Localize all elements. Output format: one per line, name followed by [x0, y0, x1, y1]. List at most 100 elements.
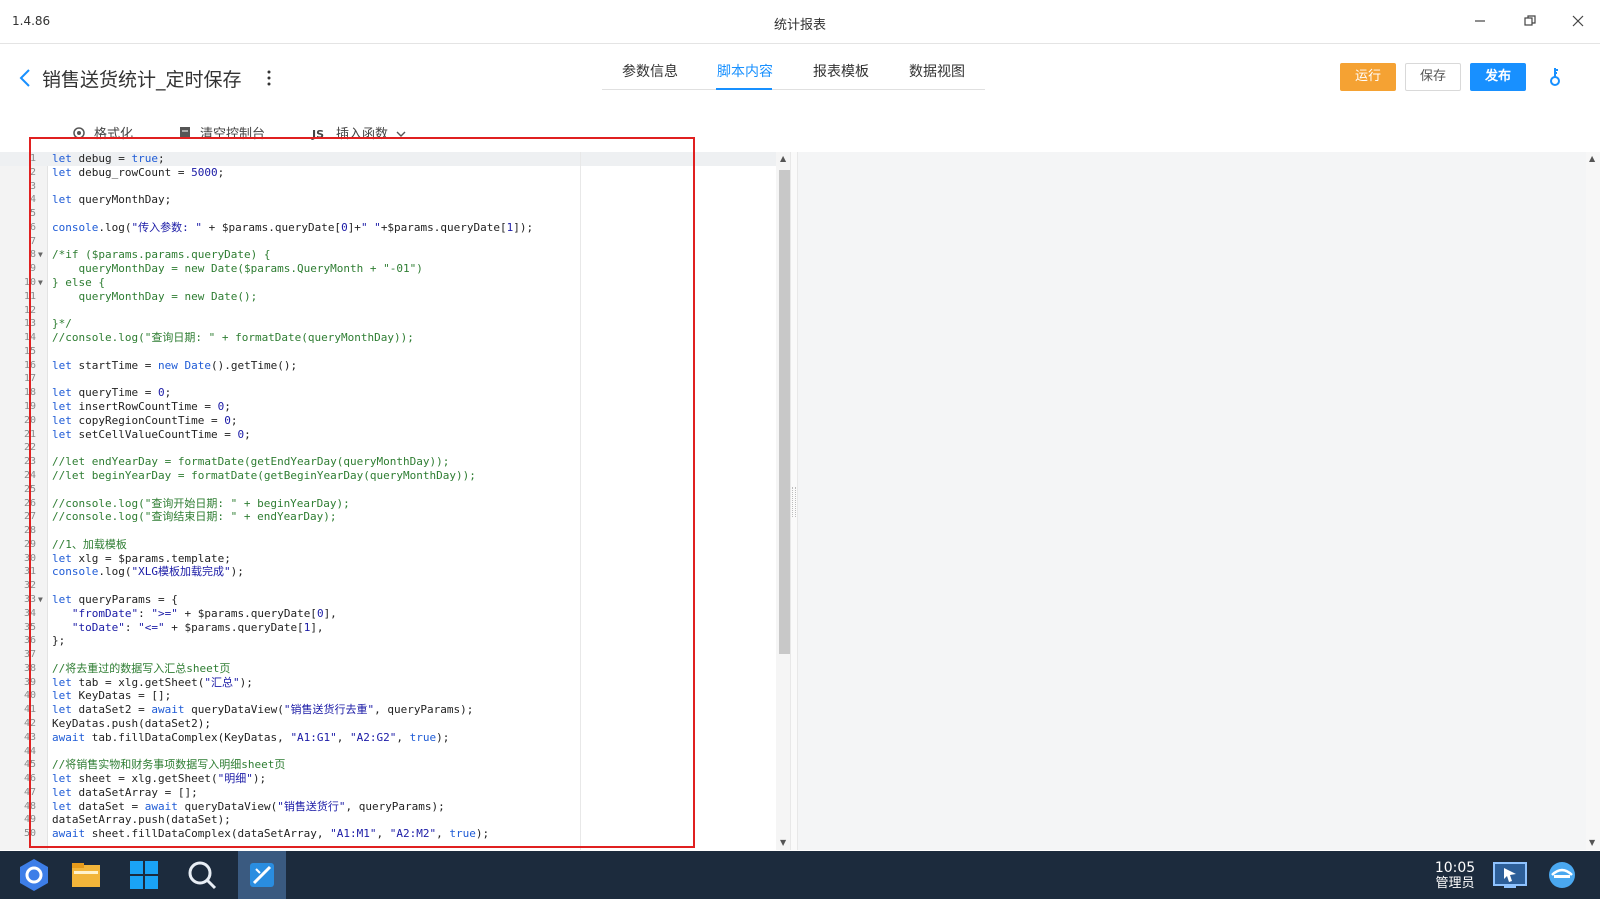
scroll-down-arrow-icon[interactable]: ▼	[780, 838, 786, 847]
line-number: 3	[29, 180, 36, 192]
code-text: console.log("XLG模板加载完成");	[52, 565, 244, 579]
file-explorer-icon[interactable]	[66, 855, 106, 895]
code-text: }*/	[52, 317, 72, 331]
insert-function-button[interactable]: JS 插入函数	[312, 123, 406, 142]
line-number: 7	[29, 235, 36, 247]
code-line: 47 let dataSetArray = [];	[0, 786, 776, 800]
tab-bar: 参数信息 脚本内容 报表模板 数据视图	[602, 52, 985, 90]
code-line: 4 let queryMonthDay;	[0, 193, 776, 207]
line-number: 41	[23, 704, 36, 716]
code-text: //console.log("查询日期: " + formatDate(quer…	[52, 331, 414, 345]
minimize-button[interactable]	[1468, 10, 1492, 34]
console-scrollbar[interactable]	[1586, 152, 1600, 850]
code-text: console.log("传入参数: " + $params.queryDate…	[52, 220, 534, 234]
code-line: 17	[0, 372, 776, 386]
code-text: //将销售实物和财务事项数据写入明细sheet页	[52, 758, 286, 772]
code-text: let queryTime = 0;	[52, 386, 172, 400]
code-text: //将去重过的数据写入汇总sheet页	[52, 661, 231, 675]
code-line: 20 let copyRegionCountTime = 0;	[0, 414, 776, 428]
code-line: 12	[0, 304, 776, 318]
code-line: 5	[0, 207, 776, 221]
restore-button[interactable]	[1518, 10, 1542, 34]
code-text: await tab.fillDataComplex(KeyDatas, "A1:…	[52, 730, 450, 744]
line-number: 27	[23, 511, 36, 523]
tab-dataview[interactable]: 数据视图	[909, 61, 965, 81]
line-number: 38	[23, 662, 36, 674]
fold-toggle-icon[interactable]: ▼	[38, 248, 43, 262]
format-label: 格式化	[94, 127, 134, 142]
format-button[interactable]: 格式化	[72, 123, 134, 142]
tab-template[interactable]: 报表模板	[813, 61, 869, 81]
notification-icon[interactable]	[1542, 855, 1582, 895]
search-icon[interactable]	[182, 855, 222, 895]
line-number: 8	[29, 249, 36, 261]
line-number: 14	[23, 332, 36, 344]
console-scroll-up-icon[interactable]: ▲	[1589, 154, 1595, 163]
code-line: 22	[0, 441, 776, 455]
report-app-icon[interactable]	[242, 855, 282, 895]
close-button[interactable]	[1566, 10, 1590, 34]
code-text: //1、加载模板	[52, 537, 127, 551]
save-button[interactable]: 保存	[1405, 63, 1461, 91]
fold-toggle-icon[interactable]: ▼	[38, 276, 43, 290]
back-button[interactable]	[16, 64, 36, 92]
line-number: 4	[29, 194, 36, 206]
line-number: 2	[29, 166, 36, 178]
publish-button[interactable]: 发布	[1470, 63, 1526, 91]
page-title: 销售送货统计_定时保存	[42, 69, 242, 91]
tab-params[interactable]: 参数信息	[622, 61, 678, 81]
line-number: 42	[23, 717, 36, 729]
code-line: 31 console.log("XLG模板加载完成");	[0, 565, 776, 579]
code-text: KeyDatas.push(dataSet2);	[52, 716, 211, 730]
code-line: 28	[0, 524, 776, 538]
more-vertical-icon	[267, 70, 271, 86]
code-line: 9 queryMonthDay = new Date($params.Query…	[0, 262, 776, 276]
code-text: /*if ($params.params.queryDate) {	[52, 248, 271, 262]
chevron-down-icon	[396, 131, 406, 137]
clock-time: 10:05	[1434, 860, 1476, 876]
insert-function-label: 插入函数	[336, 127, 389, 142]
system-clock[interactable]: 10:05 管理员	[1420, 860, 1490, 892]
clear-icon	[180, 127, 190, 139]
line-number: 30	[23, 552, 36, 564]
code-line: 1 let debug = true;	[0, 152, 776, 166]
line-number: 6	[29, 221, 36, 233]
fold-toggle-icon[interactable]: ▼	[38, 593, 43, 607]
code-editor[interactable]: 1 let debug = true; 2 let debug_rowCount = …	[0, 152, 790, 850]
more-menu-button[interactable]	[262, 68, 276, 88]
code-text: let debug = true;	[52, 152, 165, 165]
line-number: 23	[23, 456, 36, 468]
line-number: 29	[23, 538, 36, 550]
code-line: 18 let queryTime = 0;	[0, 386, 776, 400]
code-text: await sheet.fillDataComplex(dataSetArray…	[52, 827, 490, 841]
code-line: 27 //console.log("查询结束日期: " + endYearDay)…	[0, 510, 776, 524]
code-line: 39 let tab = xlg.getSheet("汇总");	[0, 676, 776, 690]
scroll-up-arrow-icon[interactable]: ▲	[780, 154, 786, 163]
line-number: 35	[23, 621, 36, 633]
line-number: 9	[29, 263, 36, 275]
code-text: let setCellValueCountTime = 0;	[52, 427, 251, 441]
console-panel	[798, 152, 1586, 850]
run-button[interactable]: 运行	[1340, 63, 1396, 91]
clear-console-button[interactable]: 清空控制台	[178, 123, 265, 142]
console-scroll-down-icon[interactable]: ▼	[1589, 838, 1595, 847]
restore-icon	[1524, 15, 1536, 26]
code-line: 29 //1、加载模板	[0, 538, 776, 552]
line-number: 33	[23, 593, 36, 605]
split-grip-icon[interactable]	[792, 487, 796, 517]
tab-script[interactable]: 脚本内容	[717, 61, 773, 81]
chevron-left-icon	[19, 69, 30, 87]
remote-desktop-icon[interactable]	[1490, 855, 1530, 895]
code-line: 6 console.log("传入参数: " + $params.queryDat…	[0, 221, 776, 235]
key-button[interactable]	[1545, 66, 1565, 88]
code-line: 41 let dataSet2 = await queryDataView("销售…	[0, 703, 776, 717]
code-line: 26 //console.log("查询开始日期: " + beginYearDa…	[0, 497, 776, 511]
code-text: let queryMonthDay;	[52, 193, 172, 207]
line-number: 10	[23, 277, 36, 289]
start-app-icon[interactable]	[14, 855, 54, 895]
code-line: 33 ▼ let queryParams = {	[0, 593, 776, 607]
line-number: 49	[23, 814, 36, 826]
code-line: 32	[0, 579, 776, 593]
code-line: 8 ▼ /*if ($params.params.queryDate) {	[0, 248, 776, 262]
windows-start-icon[interactable]	[124, 855, 164, 895]
